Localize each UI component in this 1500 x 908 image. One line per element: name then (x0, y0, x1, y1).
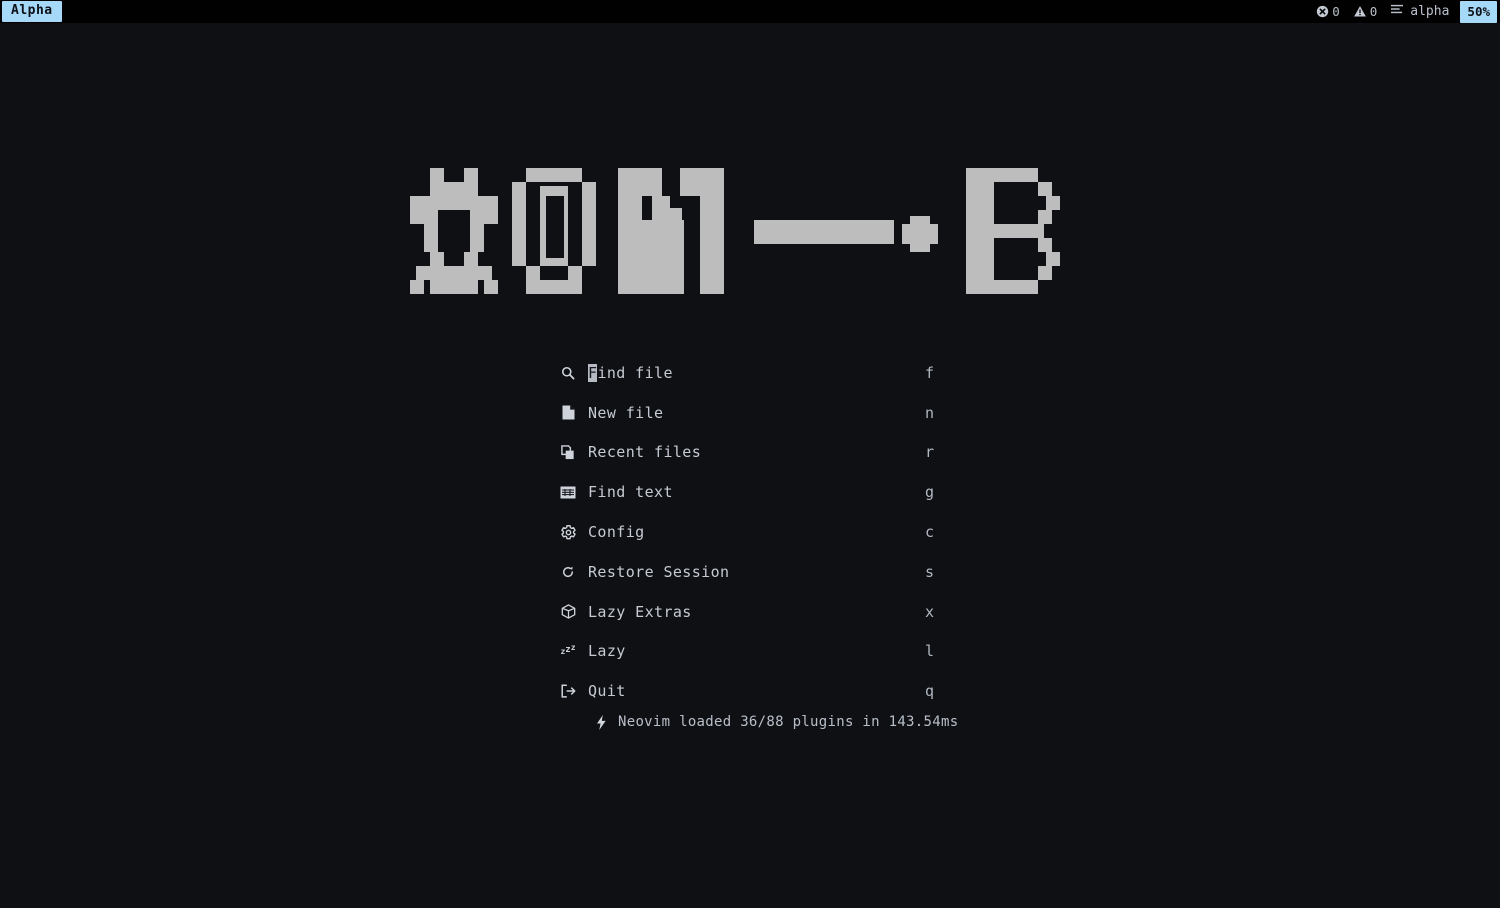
warning-count: 0 (1369, 4, 1378, 19)
menu-item-lazy[interactable]: zzz Lazy l (555, 632, 945, 672)
gear-icon (555, 524, 581, 540)
tab-alpha[interactable]: Alpha (2, 1, 62, 22)
menu-item-restore-session[interactable]: Restore Session s (555, 552, 945, 592)
footer-row: Neovim loaded 36/88 plugins in 143.54ms (555, 714, 958, 730)
menu-item-key: f (925, 363, 935, 382)
sleep-icon: zzz (560, 642, 576, 656)
diagnostic-errors: 0 (1316, 4, 1340, 19)
error-count: 0 (1332, 4, 1340, 19)
menu-item-label: Lazy Extras (588, 602, 692, 621)
error-icon (1316, 5, 1329, 18)
menu-item-key: q (925, 682, 935, 701)
restore-icon (555, 566, 581, 578)
menu-item-key: l (925, 642, 935, 661)
menu-item-label: New file (588, 403, 664, 422)
menu-item-label: Quit (588, 682, 626, 701)
menu-item-key: g (925, 483, 935, 502)
tab-group: Alpha (0, 0, 62, 23)
statusline-right: 0 0 alpha 50% (1316, 0, 1500, 23)
exit-icon (555, 684, 581, 698)
menu-item-key: n (925, 403, 935, 422)
menu-item-find-file[interactable]: Find file f (555, 353, 945, 393)
dashboard-logo (0, 168, 1500, 298)
menu-item-recent-files[interactable]: Recent files r (555, 433, 945, 473)
new-file-icon (555, 405, 581, 420)
menu-item-config[interactable]: Config c (555, 512, 945, 552)
lines-icon (1390, 4, 1404, 20)
menu-item-label: Lazy (588, 642, 626, 661)
menu-item-label: Find file (581, 363, 925, 382)
package-icon (555, 604, 581, 619)
menu-item-label: Config (588, 523, 645, 542)
menu-item-key: x (925, 602, 935, 621)
search-icon (555, 366, 581, 380)
recent-files-icon (555, 445, 581, 460)
menu-item-key: r (925, 443, 935, 462)
dashboard-footer: Neovim loaded 36/88 plugins in 143.54ms (0, 714, 1500, 730)
mode-label: alpha (1410, 4, 1450, 19)
footer-text: Neovim loaded 36/88 plugins in 143.54ms (618, 714, 959, 730)
mode-indicator: alpha (1390, 4, 1449, 20)
warning-icon (1353, 5, 1367, 18)
tabline: Alpha 0 0 alpha 50% (0, 0, 1500, 23)
menu-item-new-file[interactable]: New file n (555, 393, 945, 433)
menu-item-label: Find text (588, 483, 673, 502)
scroll-percent: 50% (1460, 0, 1497, 23)
lightning-icon (595, 714, 608, 730)
diagnostic-warnings: 0 (1353, 4, 1378, 19)
menu-item-find-text[interactable]: Find text g (555, 472, 945, 512)
find-text-icon (555, 486, 581, 499)
menu-item-key: c (925, 523, 935, 542)
menu-item-quit[interactable]: Quit q (555, 671, 945, 711)
menu-item-key: s (925, 562, 935, 581)
neovim-ascii-logo-art (410, 168, 1060, 294)
menu-item-lazy-extras[interactable]: Lazy Extras x (555, 592, 945, 632)
menu-item-label-rest: ind file (597, 363, 673, 382)
menu-item-label: Recent files (588, 443, 702, 462)
dashboard-menu: Find file f New file n Recent files r Fi… (0, 353, 1500, 711)
menu-item-label: Restore Session (588, 562, 730, 581)
